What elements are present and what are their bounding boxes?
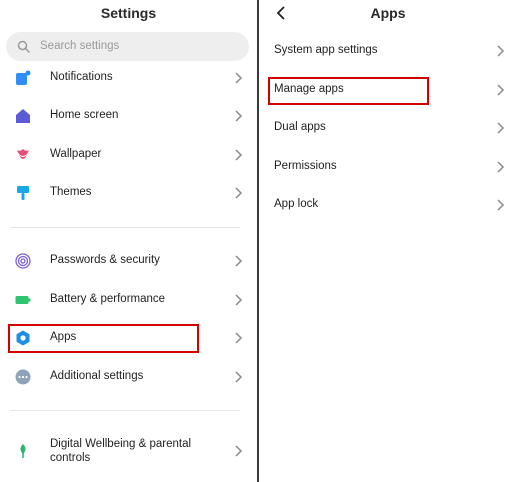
chevron-right-icon	[235, 255, 243, 267]
label-line-2: controls	[50, 452, 91, 464]
chevron-right-icon	[235, 371, 243, 383]
screen: Settings Search settings Notifications H…	[0, 0, 517, 482]
tulip-icon	[17, 149, 29, 159]
apps-item-label: App lock	[274, 198, 319, 210]
page-title: Apps	[370, 5, 406, 21]
search-placeholder: Search settings	[40, 40, 120, 52]
divider	[10, 227, 240, 228]
settings-item-home-screen[interactable]: Home screen	[0, 98, 257, 134]
chevron-right-icon	[235, 294, 243, 306]
page-title: Settings	[100, 5, 157, 21]
chevron-right-icon	[235, 332, 243, 344]
apps-item-label: Permissions	[274, 160, 337, 172]
divider	[10, 410, 240, 411]
settings-item-label: Wallpaper	[50, 148, 102, 160]
chevron-right-icon	[235, 187, 243, 199]
fingerprint-icon	[15, 253, 31, 269]
apps-item-dual-apps[interactable]: Dual apps	[259, 110, 517, 146]
apps-item-app-lock[interactable]: App lock	[259, 187, 517, 223]
settings-item-label: Battery & performance	[50, 293, 166, 305]
settings-item-label: Passwords & security	[50, 254, 160, 266]
chevron-right-icon	[235, 445, 243, 457]
chevron-right-icon	[235, 149, 243, 161]
apps-item-permissions[interactable]: Permissions	[259, 149, 517, 185]
chevron-right-icon	[497, 45, 505, 57]
apps-item-label: System app settings	[274, 44, 378, 56]
settings-item-battery-performance[interactable]: Battery & performance	[0, 282, 257, 318]
more-icon	[15, 369, 31, 385]
highlight-apps	[8, 324, 199, 353]
search-input[interactable]: Search settings	[6, 32, 249, 61]
settings-item-digital-wellbeing[interactable]: Digital Wellbeing & parental controls	[0, 433, 257, 469]
settings-item-label: Notifications	[50, 71, 113, 83]
battery-icon	[15, 296, 31, 304]
settings-item-notifications[interactable]: Notifications	[0, 60, 257, 96]
settings-panel: Settings Search settings Notifications H…	[0, 0, 257, 482]
chevron-right-icon	[235, 72, 243, 84]
settings-item-themes[interactable]: Themes	[0, 175, 257, 211]
settings-item-label: Digital Wellbeing & parental controls	[50, 437, 191, 465]
label-line-1: Digital Wellbeing & parental	[50, 438, 192, 450]
apps-item-label: Dual apps	[274, 121, 326, 133]
search-icon	[17, 40, 30, 53]
notification-icon	[16, 70, 31, 85]
chevron-right-icon	[497, 122, 505, 134]
apps-panel: Apps System app settings Manage apps Dua…	[259, 0, 517, 482]
chevron-right-icon	[497, 199, 505, 211]
settings-item-label: Home screen	[50, 109, 119, 121]
highlight-manage-apps	[268, 77, 429, 105]
wellbeing-icon	[20, 444, 26, 458]
chevron-right-icon	[497, 84, 505, 96]
home-icon	[16, 109, 30, 123]
settings-item-label: Themes	[50, 186, 92, 198]
settings-item-label: Additional settings	[50, 370, 144, 382]
settings-item-passwords-security[interactable]: Passwords & security	[0, 243, 257, 279]
settings-item-wallpaper[interactable]: Wallpaper	[0, 137, 257, 173]
settings-item-additional-settings[interactable]: Additional settings	[0, 359, 257, 395]
apps-item-system-app-settings[interactable]: System app settings	[259, 33, 517, 69]
chevron-right-icon	[497, 161, 505, 173]
brush-icon	[17, 186, 29, 200]
chevron-right-icon	[235, 110, 243, 122]
